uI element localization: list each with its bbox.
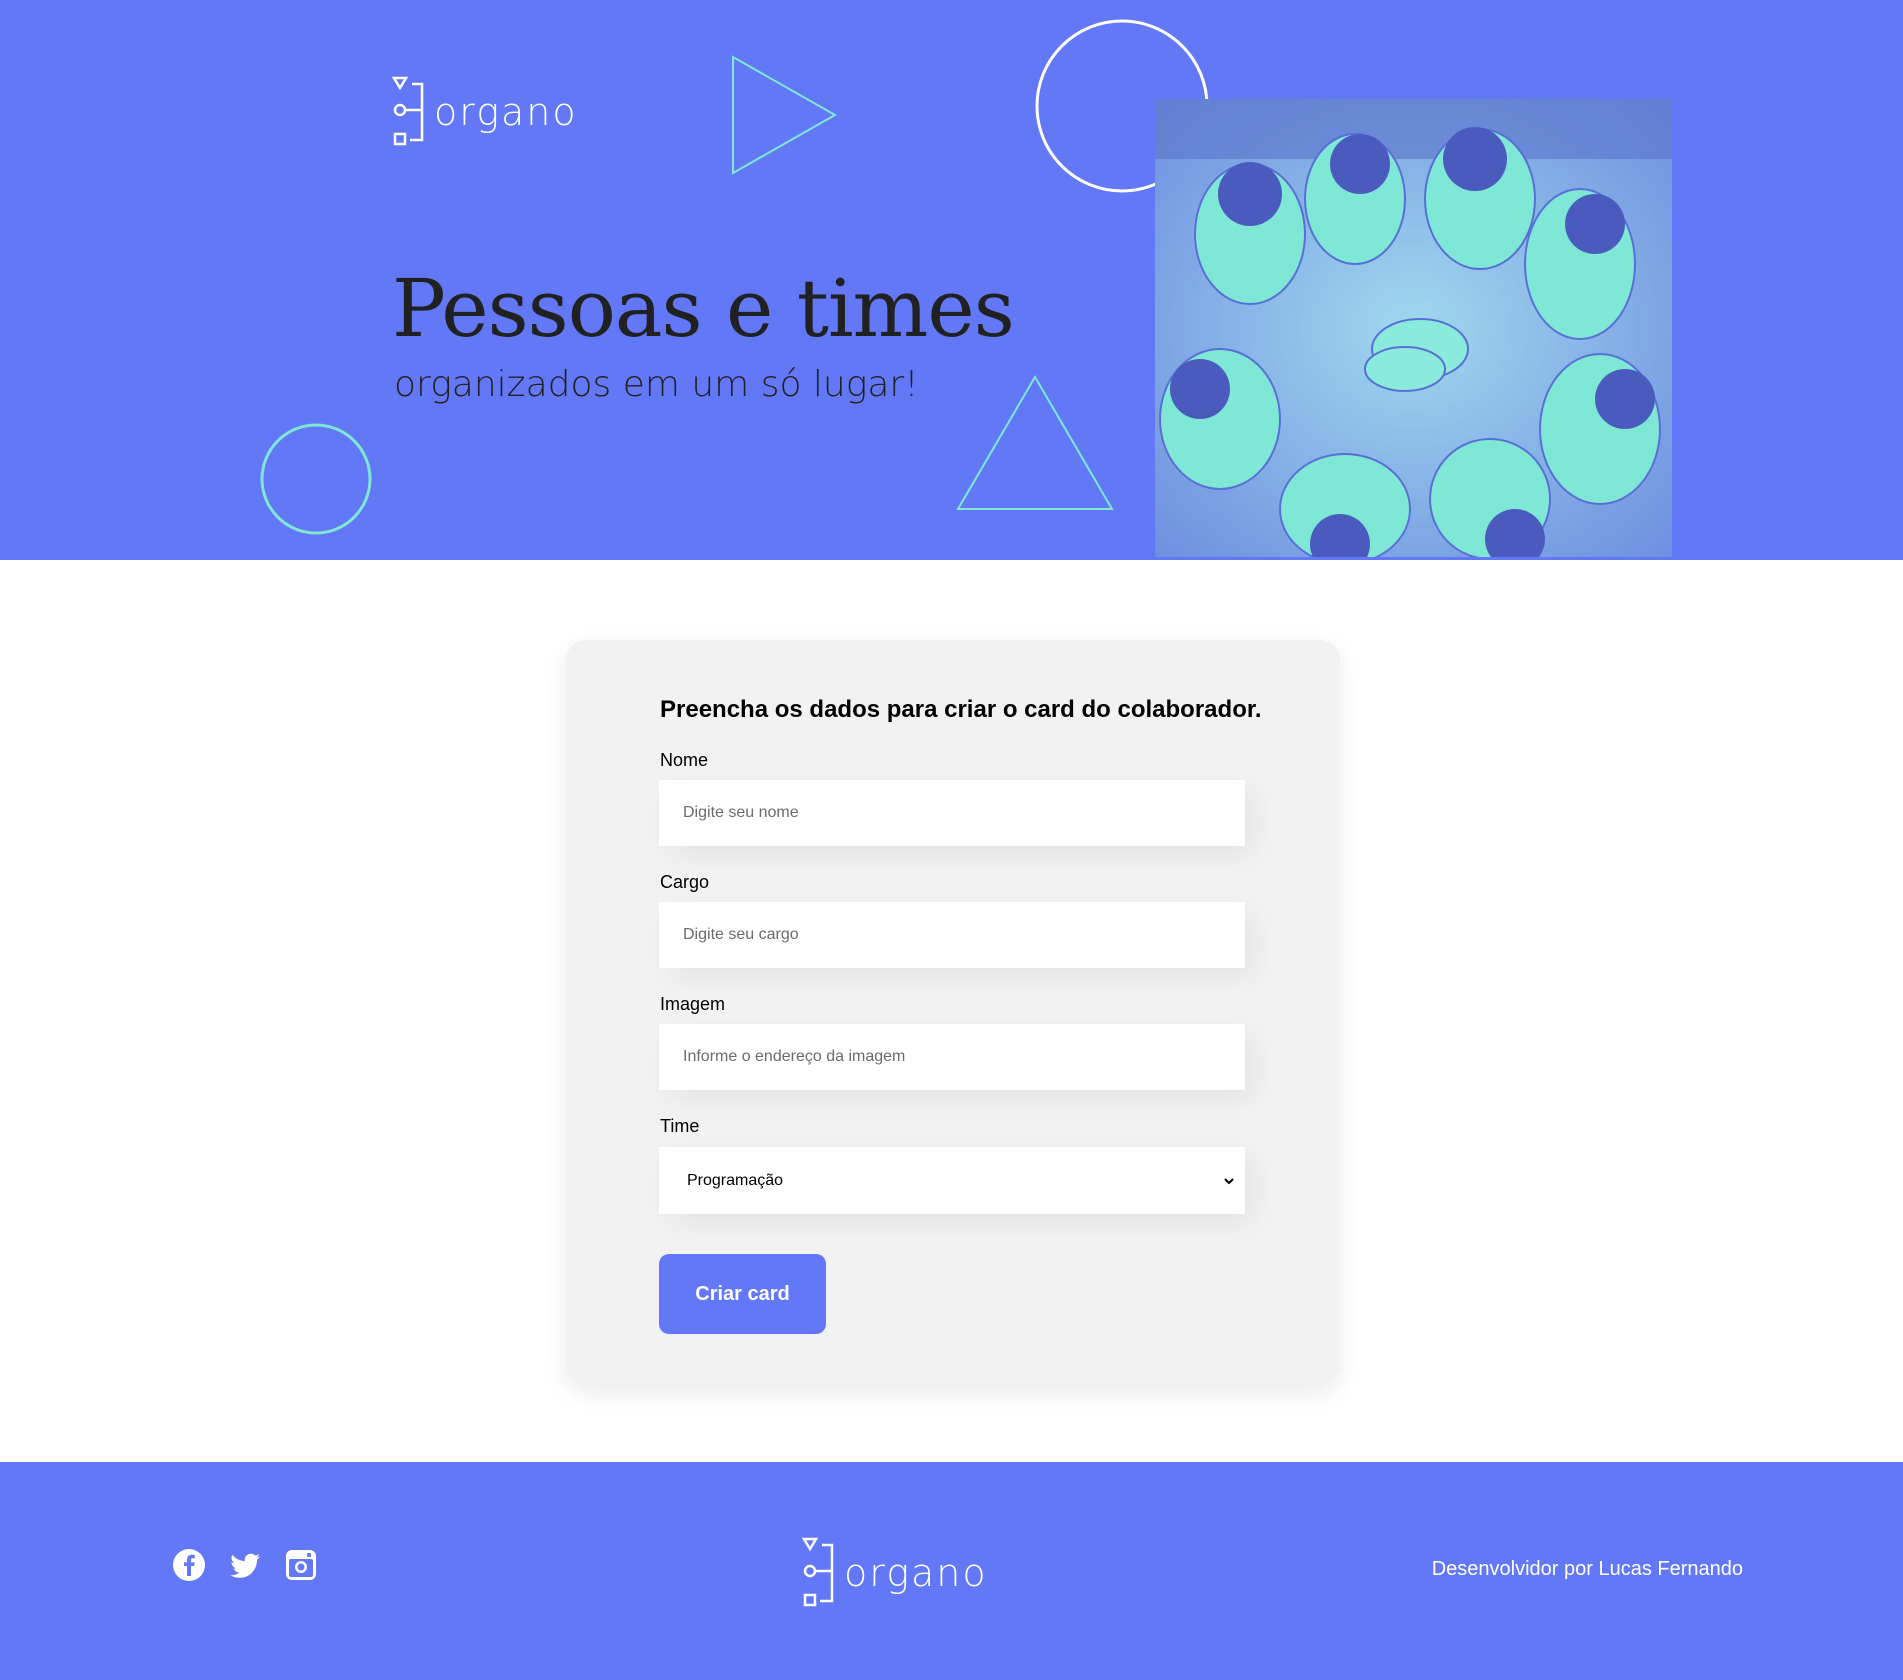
developer-credit: Desenvolvidor por Lucas Fernando: [1431, 1558, 1743, 1580]
footer-logo-text: organo: [844, 1551, 988, 1595]
footer-logo[interactable]: organo: [802, 1537, 988, 1609]
decorative-triangle-up-icon: [956, 375, 1114, 510]
page-title: Pessoas e times: [392, 262, 1015, 355]
instagram-icon[interactable]: [284, 1548, 318, 1582]
decorative-circle-teal-icon: [260, 423, 372, 535]
image-url-input[interactable]: [659, 1024, 1245, 1090]
logo-mark-icon: [802, 1537, 834, 1607]
decorative-triangle-right-icon: [732, 55, 838, 175]
name-input[interactable]: [659, 780, 1245, 846]
facebook-icon[interactable]: [172, 1548, 206, 1582]
page-subtitle: organizados em um só lugar!: [394, 364, 919, 405]
twitter-icon[interactable]: [228, 1548, 262, 1582]
form-title: Preencha os dados para criar o card do c…: [660, 696, 1262, 723]
image-label: Imagem: [660, 994, 726, 1014]
footer: organo Desenvolvidor por Lucas Fernando: [0, 1462, 1903, 1680]
collaborator-form: Preencha os dados para criar o card do c…: [566, 640, 1340, 1385]
team-select[interactable]: Programação: [659, 1147, 1245, 1214]
header-logo[interactable]: organo: [392, 76, 578, 148]
social-links: [172, 1548, 318, 1582]
create-card-button[interactable]: Criar card: [659, 1254, 826, 1334]
name-label: Nome: [660, 750, 709, 770]
role-label: Cargo: [660, 872, 710, 892]
role-input[interactable]: [659, 902, 1245, 968]
logo-text: organo: [434, 90, 578, 134]
team-photo: [1155, 99, 1672, 557]
logo-mark-icon: [392, 76, 424, 146]
team-label: Time: [660, 1116, 700, 1136]
hero-banner: organo Pessoas e times organizados em um…: [0, 0, 1903, 560]
team-select-value: Programação: [687, 1171, 784, 1189]
chevron-down-icon: [1224, 1177, 1234, 1184]
